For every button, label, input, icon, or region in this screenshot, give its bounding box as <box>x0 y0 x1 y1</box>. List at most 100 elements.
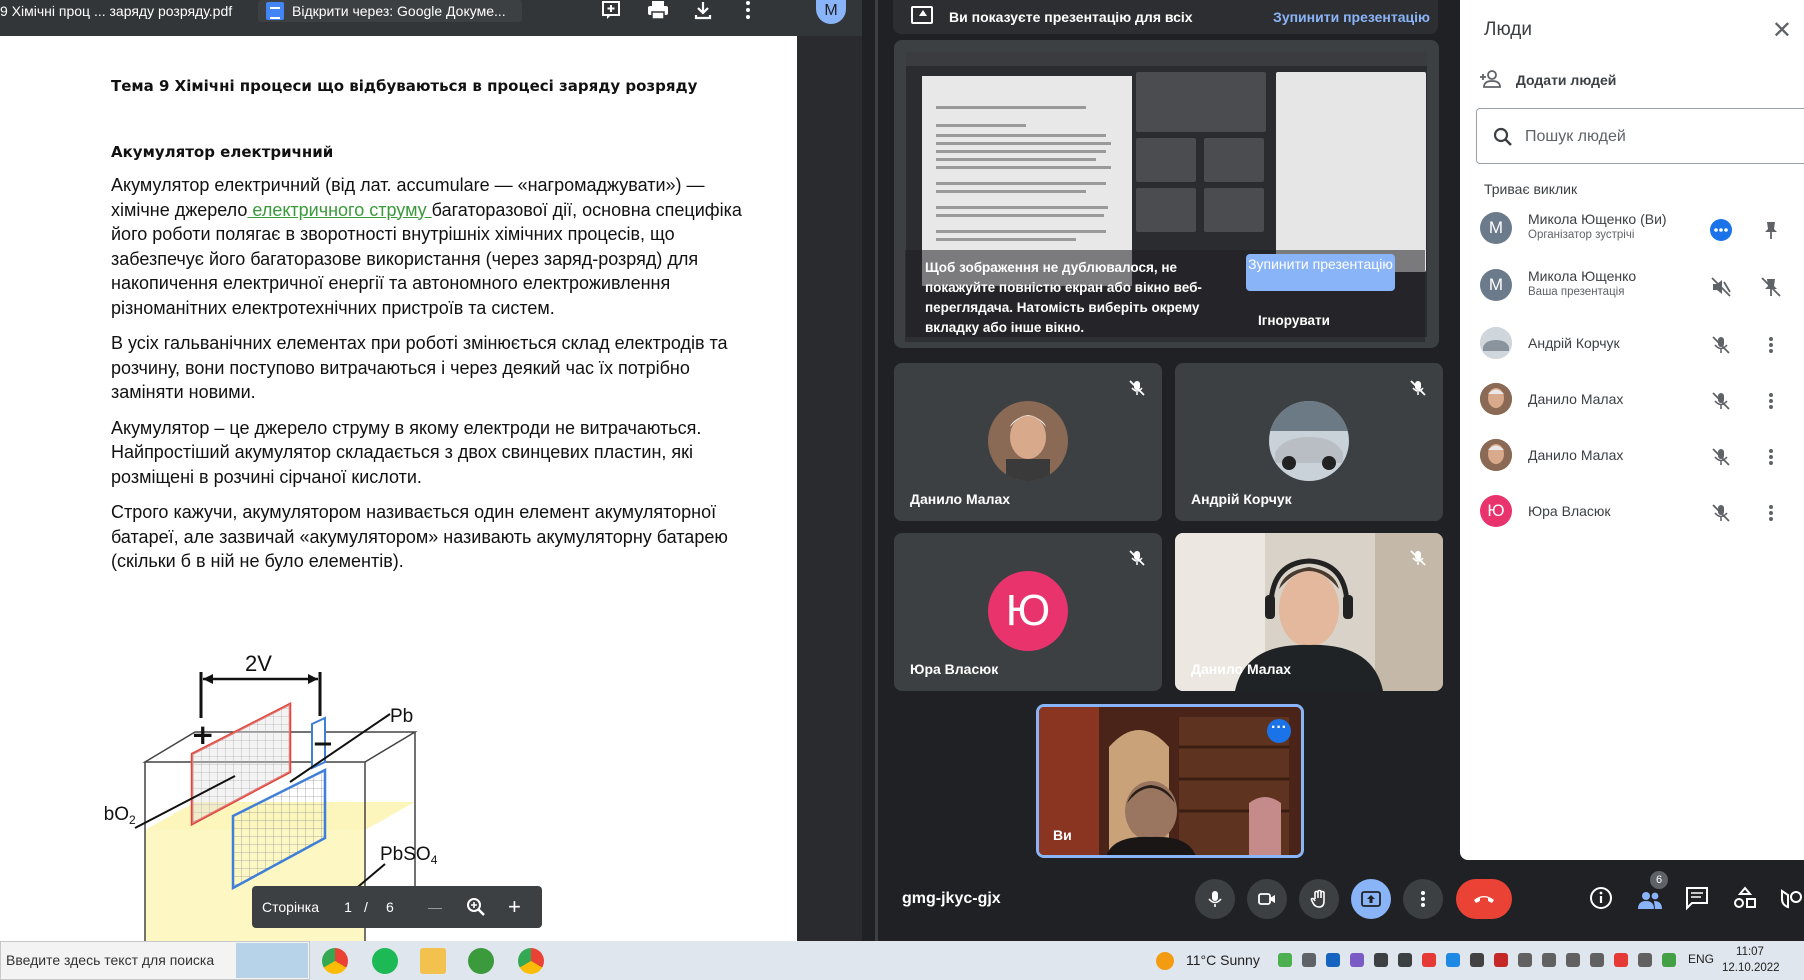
windows-taskbar: Введите здесь текст для поиска 11°C Sunn… <box>0 941 1804 980</box>
participant-name: Данило Малах <box>910 491 1011 507</box>
account-avatar[interactable]: M <box>816 0 846 24</box>
more-options-button[interactable] <box>1403 879 1443 919</box>
search-icon <box>1493 127 1512 146</box>
tray-app-icon[interactable] <box>1422 953 1436 967</box>
participant-row[interactable]: Данило Малах <box>1460 430 1804 484</box>
people-count-badge: 6 <box>1650 871 1668 889</box>
hand-icon <box>1310 889 1325 908</box>
pin-icon[interactable] <box>1760 219 1782 241</box>
more-options-icon[interactable] <box>1710 219 1732 241</box>
window-divider <box>875 0 878 941</box>
tray-app-icon[interactable] <box>1614 953 1628 967</box>
bluetooth-icon[interactable] <box>1326 953 1340 967</box>
volume-icon[interactable] <box>1566 953 1580 967</box>
screen: 9 Хімічні проц ... заряду розряду.pdf Ві… <box>0 0 1804 980</box>
zoom-icon[interactable] <box>466 897 486 920</box>
file-explorer-icon[interactable] <box>420 948 446 974</box>
participant-name: Андрій Корчук <box>1191 491 1292 507</box>
mic-off-icon <box>1409 549 1427 567</box>
tray-app-icon[interactable] <box>1446 953 1460 967</box>
network-icon[interactable] <box>1590 953 1604 967</box>
search-placeholder: Пошук людей <box>1525 128 1626 145</box>
raise-hand-button[interactable] <box>1299 879 1339 919</box>
weather-text[interactable]: 11°C Sunny <box>1186 952 1260 968</box>
presentation-banner-text: Ви показуєте презентацію для всіх <box>949 9 1193 25</box>
stop-presenting-link[interactable]: Зупинити презентацію <box>1273 9 1430 25</box>
more-vert-icon[interactable] <box>735 0 761 24</box>
camera-button[interactable] <box>1247 879 1287 919</box>
more-vert-icon[interactable] <box>1760 334 1782 356</box>
more-vert-icon[interactable] <box>1760 446 1782 468</box>
mic-off-icon[interactable] <box>1710 334 1732 356</box>
participant-tile[interactable]: Данило Малах <box>894 363 1162 521</box>
page-number-input[interactable]: 1 <box>336 886 360 928</box>
electric-current-link[interactable]: електричного струму <box>247 200 431 220</box>
mic-off-icon[interactable] <box>1710 446 1732 468</box>
participant-tile[interactable]: Ю Юра Власюк <box>894 533 1162 691</box>
more-vert-icon[interactable] <box>1760 390 1782 412</box>
activities-icon[interactable] <box>1732 885 1760 913</box>
participant-avatar <box>1480 439 1512 471</box>
participant-row[interactable]: Ю Юра Власюк <box>1460 486 1804 540</box>
search-people-input[interactable]: Пошук людей <box>1476 108 1804 164</box>
zoom-in-button[interactable]: + <box>508 886 521 928</box>
input-language[interactable]: ENG <box>1688 952 1714 966</box>
paragraph: Акумулятор електричний (від лат. accumul… <box>111 173 761 320</box>
label-pbso4: PbSO <box>380 844 431 865</box>
participant-row[interactable]: Андрій Корчук <box>1460 318 1804 372</box>
tray-app-icon[interactable] <box>1302 953 1316 967</box>
present-button[interactable] <box>1351 879 1391 919</box>
host-controls-icon[interactable] <box>1778 885 1804 913</box>
taskbar-clock[interactable]: 11:07 12.10.2022 <box>1722 944 1780 976</box>
add-comment-icon[interactable] <box>598 0 624 24</box>
mic-off-icon <box>1128 379 1146 397</box>
pdf-scroll-area[interactable] <box>797 36 862 941</box>
label-pbso4-subscript: 4 <box>431 853 438 867</box>
more-vert-icon[interactable] <box>1760 502 1782 524</box>
tray-app-icon[interactable] <box>1638 953 1652 967</box>
open-with-button[interactable]: Відкрити через: Google Докуме... <box>258 0 522 22</box>
print-icon[interactable] <box>645 0 671 24</box>
mic-off-icon[interactable] <box>1710 502 1732 524</box>
participant-name: Данило Малах <box>1528 447 1624 463</box>
svg-text:+: + <box>191 718 214 751</box>
self-view-tile[interactable]: ··· Ви <box>1036 704 1304 858</box>
utorrent-icon[interactable] <box>468 948 494 974</box>
participant-tile[interactable]: Андрій Корчук <box>1175 363 1443 521</box>
spotify-icon[interactable] <box>372 948 398 974</box>
tray-app-icon[interactable] <box>1470 953 1484 967</box>
speaker-muted-icon[interactable] <box>1398 953 1412 967</box>
tray-app-icon[interactable] <box>1494 953 1508 967</box>
participant-tile[interactable]: Данило Малах <box>1175 533 1443 691</box>
chat-icon[interactable] <box>1684 885 1712 913</box>
leave-call-button[interactable] <box>1456 879 1512 919</box>
mic-off-icon[interactable] <box>1710 390 1732 412</box>
people-icon[interactable]: 6 <box>1636 871 1668 913</box>
tray-app-icon[interactable] <box>1518 953 1532 967</box>
participant-row[interactable]: Данило Малах <box>1460 374 1804 428</box>
participant-row[interactable]: M Микола Ющенко (Ви) Організатор зустріч… <box>1460 203 1804 257</box>
chrome-icon[interactable] <box>322 948 348 974</box>
download-icon[interactable] <box>690 0 716 24</box>
tray-app-icon[interactable] <box>1662 953 1676 967</box>
meeting-details-icon[interactable] <box>1588 885 1616 913</box>
pen-icon[interactable] <box>1350 953 1364 967</box>
pin-off-icon[interactable] <box>1760 276 1782 298</box>
zoom-out-button[interactable]: — <box>428 886 442 928</box>
participant-row[interactable]: M Микола Ющенко Ваша презентація <box>1460 260 1804 314</box>
volume-off-icon[interactable] <box>1710 276 1732 298</box>
chrome-profile-icon[interactable] <box>518 948 544 974</box>
tray-app-icon[interactable] <box>1278 953 1292 967</box>
label-pbo2-subscript: 2 <box>129 813 136 827</box>
microphone-icon <box>1208 891 1222 907</box>
microphone-button[interactable] <box>1195 879 1235 919</box>
open-with-label: Відкрити через: Google Докуме... <box>292 3 506 19</box>
tray-app-icon[interactable] <box>1542 953 1556 967</box>
close-icon[interactable]: ✕ <box>1772 16 1792 45</box>
search-highlight-image <box>236 943 308 978</box>
ignore-button[interactable]: Ігнорувати <box>1258 313 1330 328</box>
add-people-button[interactable]: Додати людей <box>1480 70 1616 88</box>
more-options-icon[interactable]: ··· <box>1267 719 1291 743</box>
stop-sharing-button[interactable]: Зупинити презентацію <box>1246 254 1395 291</box>
microphone-tray-icon[interactable] <box>1374 953 1388 967</box>
